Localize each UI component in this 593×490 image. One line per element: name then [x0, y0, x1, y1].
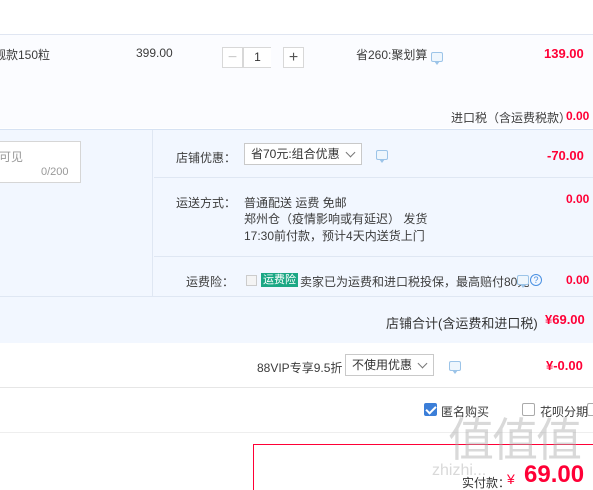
chevron-down-icon: [417, 358, 428, 369]
shipping-warehouse: 郑州仓（疫情影响或有延迟） 发货: [244, 212, 428, 226]
divider: [154, 256, 593, 257]
vip-discount-select-value: 不使用优惠: [352, 358, 413, 372]
installment-checkbox[interactable]: [587, 403, 593, 416]
insurance-text: 卖家已为运费和进口税投保，最高赔付80元: [300, 275, 530, 289]
watermark-url: zhizhi...: [432, 462, 487, 479]
import-tax-label: 进口税（含运费税款）: [451, 111, 572, 125]
insurance-value: 0.00: [566, 273, 590, 287]
message-placeholder: 可见: [0, 150, 24, 164]
quantity-plus-button[interactable]: +: [283, 47, 304, 68]
item-subtotal: 139.00: [544, 46, 584, 61]
insurance-checkbox: [246, 275, 257, 286]
store-total-label: 店铺合计(含运费和进口税): [386, 316, 538, 331]
quantity-minus-button[interactable]: −: [222, 47, 243, 68]
item-unit-price: 399.00: [136, 46, 173, 60]
item-title[interactable]: 靓款150粒: [0, 46, 50, 63]
store-discount-value: -70.00: [547, 148, 584, 163]
buyer-message-input[interactable]: 可见 0/200: [0, 141, 81, 183]
shipping-method: 普通配送 运费 免邮: [244, 196, 347, 210]
checkout-page: 靓款150粒 399.00 − 1 + 省260:聚划算 139.00 进口税（…: [0, 0, 593, 490]
watermark-logo: 值值值: [448, 414, 582, 466]
payment-currency: ¥: [507, 471, 515, 487]
shipping-value: 0.00: [566, 192, 590, 206]
store-discount-select[interactable]: 省70元:组合优惠: [244, 143, 362, 165]
insurance-label: 运费险：: [186, 275, 235, 289]
message-counter: 0/200: [41, 166, 69, 178]
buyer-message-area: 可见 0/200: [0, 130, 153, 297]
import-tax-value: 0.00: [566, 109, 590, 123]
shipping-eta: 17:30前付款，预计4天内送货上门: [244, 229, 425, 243]
chat-icon[interactable]: [376, 150, 388, 163]
quantity-input[interactable]: 1: [243, 47, 271, 68]
store-discount-select-value: 省70元:组合优惠: [251, 147, 340, 161]
vip-discount-value: ¥-0.00: [546, 358, 583, 373]
chat-icon[interactable]: [517, 275, 529, 288]
chat-icon[interactable]: [449, 361, 461, 374]
item-savings: 省260:聚划算: [356, 48, 428, 62]
divider: [154, 177, 593, 178]
help-icon[interactable]: ?: [530, 274, 542, 286]
vip-discount-select[interactable]: 不使用优惠: [345, 354, 434, 376]
shipping-label: 运送方式：: [176, 196, 237, 210]
store-discount-label: 店铺优惠：: [176, 151, 237, 165]
insurance-badge: 运费险: [261, 273, 298, 287]
vip-label: 88VIP专享9.5折: [257, 361, 343, 375]
store-total-value: ¥69.00: [545, 312, 585, 327]
chevron-down-icon: [345, 147, 356, 158]
chat-icon[interactable]: [431, 52, 443, 65]
anonymous-checkbox[interactable]: [424, 403, 437, 416]
